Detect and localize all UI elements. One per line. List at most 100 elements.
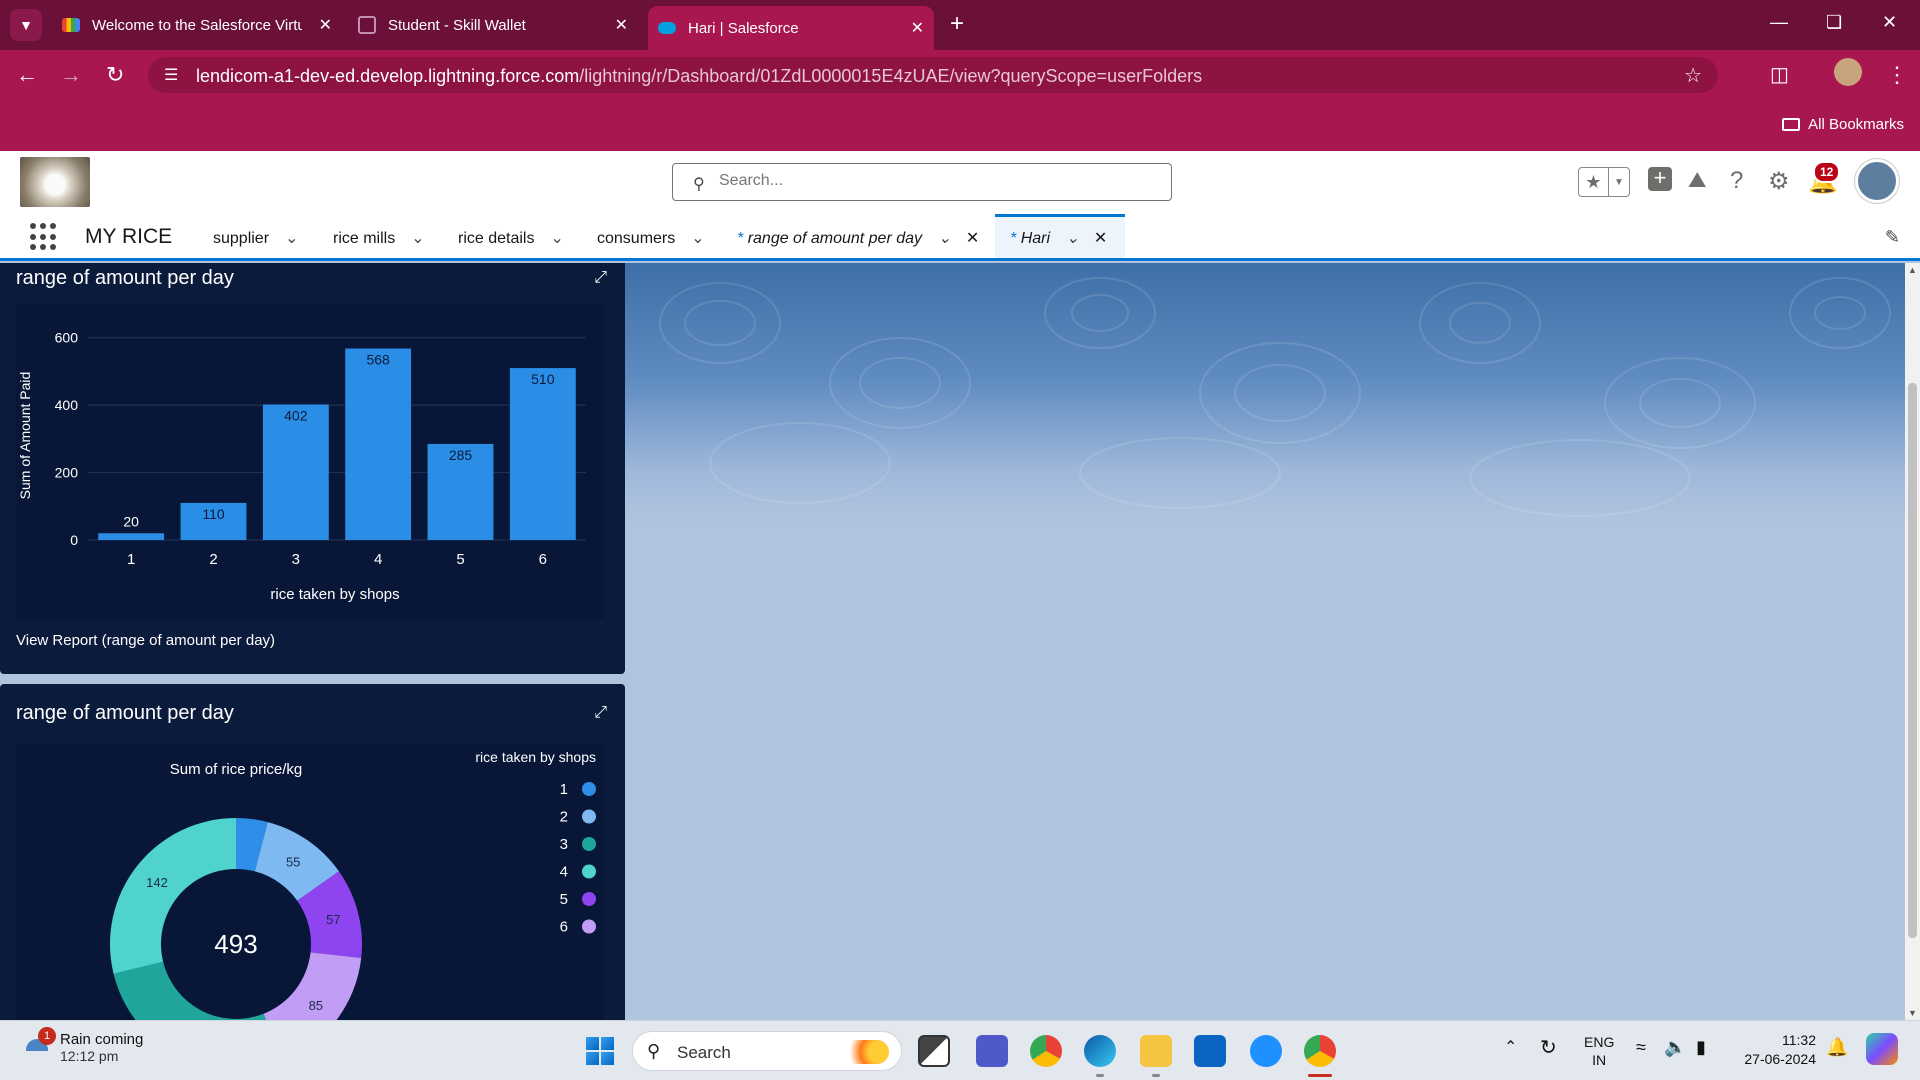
teams-icon[interactable] <box>976 1035 1008 1067</box>
card-title: range of amount per day <box>16 267 234 289</box>
salesforce-cloud-icon <box>658 22 676 34</box>
tab-hari-salesforce[interactable]: Hari | Salesforce ✕ <box>648 6 934 50</box>
wifi-icon[interactable]: ≈ <box>1636 1037 1646 1058</box>
bar-data-label: 402 <box>284 407 308 423</box>
task-view-icon[interactable] <box>918 1035 950 1067</box>
nav-tab-hari[interactable]: * Hari ⌄ ✕ <box>1010 228 1107 248</box>
chrome-icon[interactable] <box>1030 1035 1062 1067</box>
global-search[interactable]: ⚲ <box>672 163 1172 201</box>
bar-data-label: 285 <box>449 447 473 463</box>
x-tick-label: 1 <box>127 551 135 568</box>
tab-skill-wallet[interactable]: Student - Skill Wallet ✕ <box>348 8 638 42</box>
trailhead-icon[interactable]: ⛰ <box>1688 167 1706 193</box>
search-input[interactable] <box>719 172 1139 190</box>
global-actions-plus-icon[interactable]: + <box>1648 167 1672 191</box>
battery-icon[interactable]: ▮ <box>1696 1037 1706 1058</box>
nav-item-label: consumers <box>597 230 676 247</box>
window-close-icon[interactable]: ✕ <box>1882 12 1897 33</box>
app-launcher-waffle-icon[interactable] <box>30 223 58 251</box>
microsoft-store-icon[interactable] <box>1194 1035 1226 1067</box>
scroll-down-icon[interactable]: ▼ <box>1908 1008 1917 1018</box>
language-indicator[interactable]: ENG IN <box>1584 1033 1614 1069</box>
weather-widget[interactable]: 1 Rain coming 12:12 pm <box>24 1027 143 1064</box>
help-icon[interactable]: ? <box>1730 167 1743 195</box>
notification-bell-icon[interactable]: 🔔 <box>1826 1037 1848 1058</box>
scrollbar-thumb[interactable] <box>1908 383 1917 938</box>
chevron-down-icon[interactable]: ⌄ <box>550 230 563 247</box>
y-tick-label: 600 <box>55 330 79 346</box>
url-omnibox[interactable]: ☰ lendicom-a1-dev-ed.develop.lightning.f… <box>148 57 1718 93</box>
forward-arrow-icon[interactable]: → <box>60 62 82 88</box>
nav-item-rice-details[interactable]: rice details ⌄ <box>458 228 564 248</box>
close-icon[interactable]: ✕ <box>319 15 332 35</box>
extensions-puzzle-icon[interactable]: ◫ <box>1770 62 1789 87</box>
chevron-down-icon[interactable]: ⌄ <box>938 230 951 247</box>
minimize-icon[interactable]: — <box>1770 12 1788 33</box>
chevron-down-icon[interactable]: ⌄ <box>285 230 298 247</box>
tab-search-chevron-icon[interactable]: ▼ <box>10 9 42 41</box>
dashboard-card-donut-chart: range of amount per day ⤢ Sum of rice pr… <box>0 684 625 1020</box>
edge-icon[interactable] <box>1084 1035 1116 1067</box>
tips-icon[interactable] <box>1250 1035 1282 1067</box>
show-hidden-icons-chevron-icon[interactable]: ⌃ <box>1504 1037 1517 1057</box>
expand-icon[interactable]: ⤢ <box>594 704 607 722</box>
gmail-icon <box>62 18 80 32</box>
chevron-down-icon[interactable]: ⌄ <box>1066 230 1079 247</box>
gear-icon[interactable]: ⚙ <box>1768 167 1790 196</box>
tab-salesforce-virtual[interactable]: Welcome to the Salesforce Virtu ✕ <box>52 8 342 42</box>
close-icon[interactable]: ✕ <box>966 230 979 247</box>
copilot-icon[interactable] <box>1866 1033 1898 1065</box>
x-axis-label: rice taken by shops <box>270 586 399 603</box>
taskbar-clock[interactable]: 11:32 27-06-2024 <box>1736 1031 1816 1069</box>
edit-nav-pencil-icon[interactable]: ✎ <box>1885 227 1900 248</box>
umbrella-rain-icon: 1 <box>24 1027 56 1059</box>
page-scrollbar[interactable]: ▲ ▼ <box>1905 263 1920 1020</box>
restore-icon[interactable]: ❏ <box>1826 12 1842 33</box>
org-logo[interactable] <box>20 157 90 207</box>
y-tick-label: 400 <box>55 397 79 413</box>
close-icon[interactable]: ✕ <box>1094 230 1107 247</box>
nav-item-label: range of amount per day <box>747 230 923 247</box>
taskbar-search[interactable]: ⚲ Search <box>632 1031 902 1071</box>
profile-avatar-icon[interactable] <box>1834 58 1862 86</box>
nav-item-supplier[interactable]: supplier ⌄ <box>213 228 298 248</box>
star-icon[interactable]: ★ <box>1579 168 1609 196</box>
legend-marker <box>582 892 596 906</box>
sync-icon[interactable]: ↻ <box>1540 1035 1557 1060</box>
x-tick-label: 5 <box>456 551 464 568</box>
new-tab-plus-icon[interactable]: + <box>950 10 964 38</box>
chevron-down-icon[interactable]: ▼ <box>1609 168 1629 196</box>
scroll-up-icon[interactable]: ▲ <box>1908 265 1917 275</box>
chrome-profile-icon[interactable] <box>1304 1035 1336 1067</box>
site-settings-icon[interactable]: ☰ <box>164 65 178 85</box>
close-icon[interactable]: ✕ <box>615 15 628 35</box>
donut-data-label: 57 <box>326 912 340 927</box>
skill-wallet-icon <box>358 16 376 34</box>
windows-start-icon[interactable] <box>586 1037 614 1065</box>
donut-data-label: 55 <box>286 854 300 869</box>
app-navigation-bar: MY RICE supplier ⌄ rice mills ⌄ rice detai… <box>0 211 1920 261</box>
bookmarks-bar: All Bookmarks <box>0 100 1920 151</box>
close-icon[interactable]: ✕ <box>911 18 924 38</box>
bookmark-star-icon[interactable]: ☆ <box>1684 63 1702 88</box>
back-arrow-icon[interactable]: ← <box>16 62 38 88</box>
view-report-link[interactable]: View Report (range of amount per day) <box>16 632 275 649</box>
donut-slice <box>113 961 267 1020</box>
legend-marker <box>582 837 596 851</box>
reload-icon[interactable]: ↻ <box>106 62 124 88</box>
user-avatar[interactable] <box>1855 159 1899 203</box>
nav-tab-range-of-amount[interactable]: * range of amount per day ⌄ ✕ <box>737 228 979 248</box>
browser-menu-icon[interactable]: ⋮ <box>1886 62 1908 88</box>
volume-icon[interactable]: 🔈 <box>1664 1037 1686 1058</box>
expand-icon[interactable]: ⤢ <box>594 269 607 287</box>
nav-item-rice-mills[interactable]: rice mills ⌄ <box>333 228 425 248</box>
url-text[interactable]: lendicom-a1-dev-ed.develop.lightning.for… <box>196 66 1202 87</box>
nav-item-consumers[interactable]: consumers ⌄ <box>597 228 705 248</box>
all-bookmarks-button[interactable]: All Bookmarks <box>1782 116 1904 133</box>
chevron-down-icon[interactable]: ⌄ <box>691 230 704 247</box>
favorites-button-group[interactable]: ★ ▼ <box>1578 167 1630 197</box>
chevron-down-icon[interactable]: ⌄ <box>411 230 424 247</box>
search-highlight-icon <box>839 1040 889 1064</box>
legend-marker <box>582 782 596 796</box>
file-explorer-icon[interactable] <box>1140 1035 1172 1067</box>
